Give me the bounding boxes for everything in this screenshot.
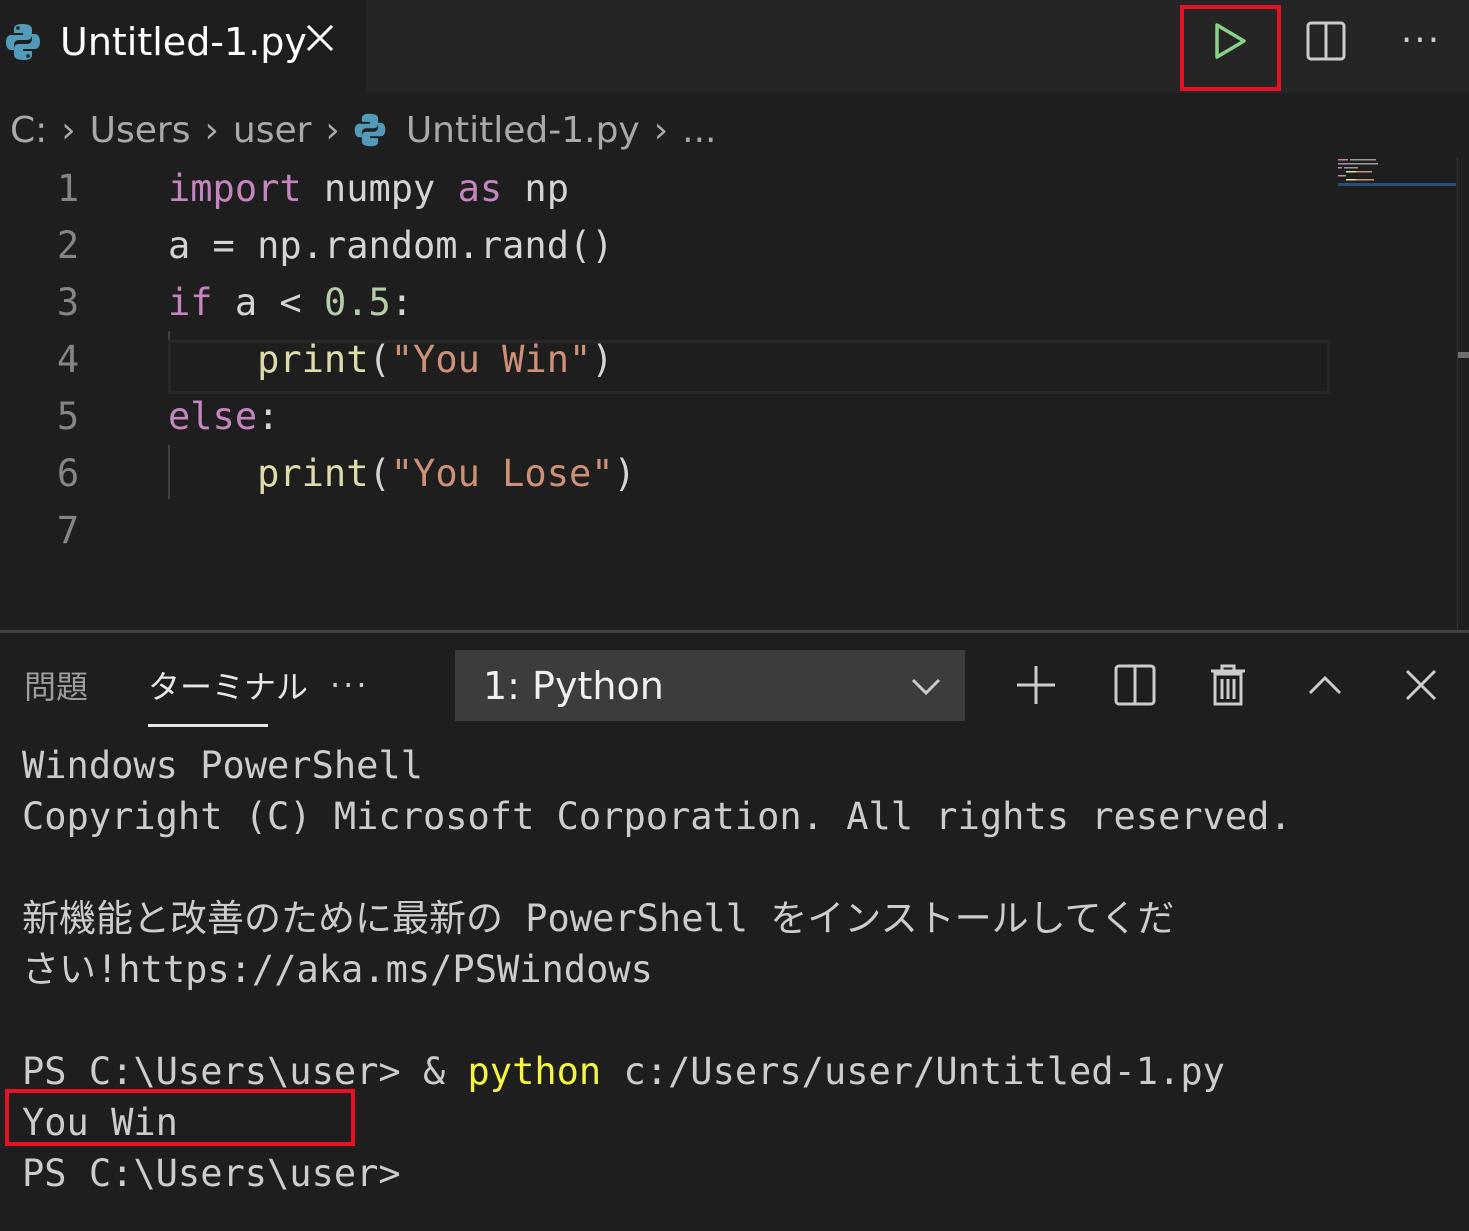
- run-icon[interactable]: [1212, 22, 1248, 60]
- close-panel-icon[interactable]: [1398, 662, 1444, 708]
- chevron-right-icon: ›: [61, 109, 76, 151]
- breadcrumb-item-user[interactable]: user: [233, 110, 312, 151]
- terminal-select-value: 1: Python: [483, 664, 664, 708]
- terminal-line: Copyright (C) Microsoft Corporation. All…: [22, 795, 1292, 838]
- panel-border: [0, 630, 1469, 633]
- terminal-line: Windows PowerShell: [22, 744, 423, 787]
- active-tab-indicator: [148, 724, 268, 727]
- breadcrumb-item-file[interactable]: Untitled-1.py: [406, 110, 640, 151]
- code-line-2: a = np.random.rand(): [168, 224, 614, 267]
- line-number: 5: [56, 395, 80, 438]
- python-icon: [354, 113, 386, 147]
- more-actions-icon[interactable]: ···: [1395, 16, 1447, 66]
- trash-icon[interactable]: [1205, 662, 1251, 708]
- tab-label: Untitled-1.py: [60, 20, 307, 64]
- code-line-1: import numpy as np: [168, 167, 569, 210]
- line-number: 6: [56, 452, 80, 495]
- editor-scrollbar[interactable]: [1457, 158, 1458, 630]
- code-line-6: print("You Lose"): [257, 452, 636, 495]
- terminal-prompt: PS C:\Users\user> &: [22, 1050, 468, 1093]
- code-line-3: if a < 0.5:: [168, 281, 414, 324]
- terminal-line: 新機能と改善のために最新の PowerShell をインストールしてくだ: [22, 897, 1175, 940]
- terminal-line: さい!https://aka.ms/PSWindows: [22, 948, 653, 991]
- panel-more-icon[interactable]: ···: [330, 660, 370, 710]
- line-number: 4: [56, 338, 80, 381]
- tab-terminal[interactable]: ターミナル: [148, 662, 308, 712]
- breadcrumb-item-users[interactable]: Users: [90, 110, 191, 151]
- indent-guide: [168, 445, 170, 499]
- breadcrumb-item-drive[interactable]: C:: [10, 110, 47, 151]
- current-line-highlight: [168, 340, 1330, 394]
- breadcrumb: C: › Users › user › Untitled-1.py › ...: [10, 104, 716, 156]
- python-icon: [6, 24, 40, 60]
- line-number: 1: [56, 167, 80, 210]
- scrollbar-cursor-mark: [1458, 352, 1469, 358]
- close-icon[interactable]: [304, 22, 336, 54]
- new-terminal-icon[interactable]: [1013, 662, 1059, 708]
- minimap-current-line: [1338, 183, 1456, 186]
- terminal-command: python: [467, 1050, 602, 1093]
- chevron-down-icon: [911, 678, 941, 696]
- breadcrumb-item-symbols[interactable]: ...: [682, 110, 716, 151]
- split-editor-icon[interactable]: [1305, 20, 1347, 62]
- code-line-5: else:: [168, 395, 280, 438]
- line-number: 3: [56, 281, 80, 324]
- chevron-right-icon: ›: [204, 109, 219, 151]
- chevron-right-icon: ›: [325, 109, 340, 151]
- code-editor[interactable]: 1 2 3 4 5 6 7 import numpy as np a = np.…: [0, 160, 1469, 630]
- terminal-prompt: PS C:\Users\user>: [22, 1152, 401, 1195]
- output-highlight: [5, 1089, 355, 1146]
- line-number: 2: [56, 224, 80, 267]
- line-number: 7: [56, 509, 80, 552]
- tab-problems[interactable]: 問題: [24, 662, 88, 712]
- terminal-args: c:/Users/user/Untitled-1.py: [601, 1050, 1225, 1093]
- chevron-up-icon[interactable]: [1302, 662, 1348, 708]
- chevron-right-icon: ›: [653, 109, 669, 151]
- split-terminal-icon[interactable]: [1112, 662, 1158, 708]
